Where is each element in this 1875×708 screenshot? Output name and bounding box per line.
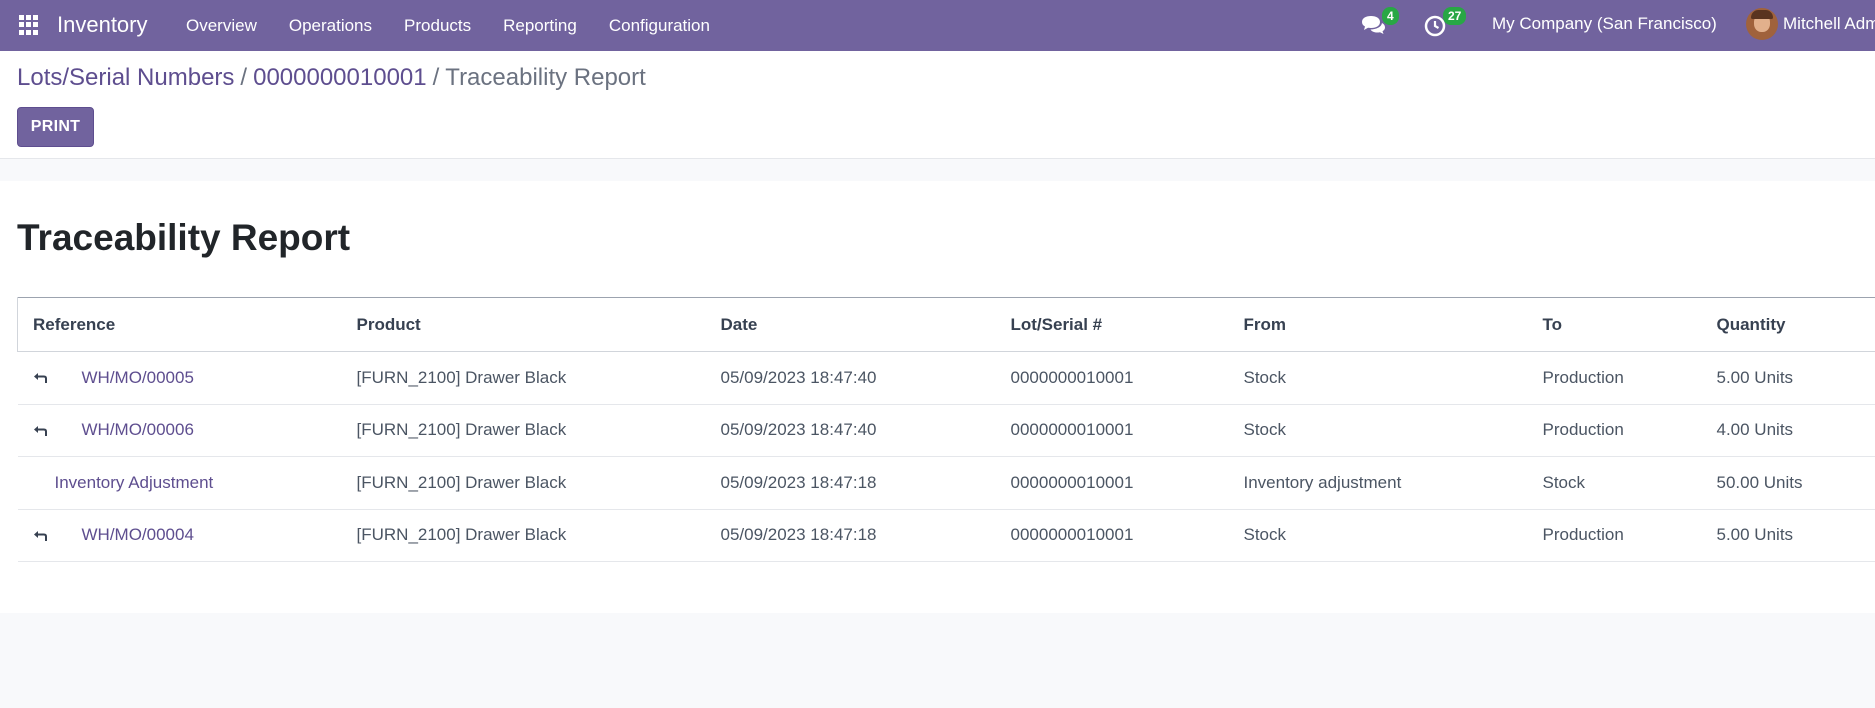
breadcrumb-lots-serial-numbers[interactable]: Lots/Serial Numbers [17, 64, 234, 91]
reference-link[interactable]: Inventory Adjustment [55, 473, 214, 492]
breadcrumb: Lots/Serial Numbers/0000000010001/Tracea… [17, 64, 646, 92]
reference-cell: WH/MO/00004 [18, 509, 357, 562]
return-arrow-icon[interactable] [33, 371, 49, 385]
company-switcher[interactable]: My Company (San Francisco) [1492, 14, 1717, 34]
reference-cell: Inventory Adjustment [18, 457, 357, 510]
top-navbar: Inventory Overview Operations Products R… [0, 0, 1875, 51]
from-cell: Stock [1243, 525, 1287, 545]
print-button[interactable]: PRINT [17, 107, 94, 147]
main-menu: Overview Operations Products Reporting C… [170, 0, 726, 51]
product-cell: [FURN_2100] Drawer Black [356, 525, 567, 545]
column-header-product[interactable]: Product [356, 297, 721, 352]
column-header-to[interactable]: To [1542, 297, 1717, 352]
menu-reporting[interactable]: Reporting [487, 0, 593, 51]
traceability-table: Reference Product Date Lot/Serial # From… [17, 297, 1875, 562]
column-header-reference[interactable]: Reference [17, 297, 357, 352]
avatar[interactable] [1746, 8, 1778, 40]
report-title: Traceability Report [17, 217, 351, 258]
product-cell: [FURN_2100] Drawer Black [356, 420, 567, 440]
lot-cell: 0000000010001 [1010, 420, 1134, 440]
breadcrumb-separator: / [432, 64, 440, 91]
lot-cell: 0000000010001 [1010, 525, 1134, 545]
reference-link[interactable]: WH/MO/00005 [82, 368, 194, 387]
to-cell: Production [1542, 420, 1624, 440]
activities-button[interactable]: 27 [1423, 7, 1467, 39]
quantity-cell: 50.00 Units [1716, 472, 1803, 492]
menu-operations[interactable]: Operations [273, 0, 388, 51]
breadcrumb-current: Traceability Report [445, 64, 646, 91]
return-arrow-icon[interactable] [33, 424, 49, 438]
menu-products[interactable]: Products [388, 0, 487, 51]
control-panel: Lots/Serial Numbers/0000000010001/Tracea… [0, 51, 1875, 159]
lot-cell: 0000000010001 [1010, 472, 1134, 492]
reference-cell: WH/MO/00006 [18, 404, 357, 457]
date-cell: 05/09/2023 18:47:18 [720, 525, 877, 545]
to-cell: Stock [1542, 472, 1586, 492]
column-header-lot-serial[interactable]: Lot/Serial # [1010, 297, 1244, 352]
product-cell: [FURN_2100] Drawer Black [356, 367, 567, 387]
column-header-quantity[interactable]: Quantity [1716, 297, 1875, 352]
date-cell: 05/09/2023 18:47:18 [720, 472, 877, 492]
quantity-cell: 5.00 Units [1716, 525, 1794, 545]
menu-configuration[interactable]: Configuration [593, 0, 726, 51]
reference-link[interactable]: WH/MO/00006 [82, 420, 194, 439]
table-row[interactable]: Inventory Adjustment [FURN_2100] Drawer … [17, 457, 1875, 510]
breadcrumb-separator: / [240, 64, 248, 91]
date-cell: 05/09/2023 18:47:40 [720, 367, 877, 387]
column-header-date[interactable]: Date [720, 297, 1011, 352]
table-row[interactable]: WH/MO/00005 [FURN_2100] Drawer Black 05/… [17, 352, 1875, 405]
table-row[interactable]: WH/MO/00006 [FURN_2100] Drawer Black 05/… [17, 404, 1875, 457]
column-header-from[interactable]: From [1243, 297, 1543, 352]
quantity-cell: 5.00 Units [1716, 367, 1794, 387]
to-cell: Production [1542, 367, 1624, 387]
app-name[interactable]: Inventory [57, 12, 148, 38]
activities-badge: 27 [1443, 7, 1467, 25]
quantity-cell: 4.00 Units [1716, 420, 1794, 440]
breadcrumb-lot-record[interactable]: 0000000010001 [253, 64, 427, 91]
user-menu[interactable]: Mitchell Admin [1783, 14, 1875, 34]
return-arrow-icon[interactable] [33, 529, 49, 543]
reference-link[interactable]: WH/MO/00004 [82, 525, 194, 544]
traceability-table-wrap: Reference Product Date Lot/Serial # From… [17, 297, 1875, 562]
reference-cell: WH/MO/00005 [18, 352, 357, 405]
messages-button[interactable]: 4 [1360, 7, 1399, 39]
date-cell: 05/09/2023 18:47:40 [720, 420, 877, 440]
from-cell: Inventory adjustment [1243, 472, 1402, 492]
from-cell: Stock [1243, 420, 1287, 440]
to-cell: Production [1542, 525, 1624, 545]
app-menu-icon[interactable] [19, 15, 39, 35]
messages-badge: 4 [1382, 7, 1399, 25]
from-cell: Stock [1243, 367, 1287, 387]
lot-cell: 0000000010001 [1010, 367, 1134, 387]
report-area: Traceability Report Reference Product Da… [0, 181, 1875, 613]
menu-overview[interactable]: Overview [170, 0, 273, 51]
table-row[interactable]: WH/MO/00004 [FURN_2100] Drawer Black 05/… [17, 509, 1875, 562]
product-cell: [FURN_2100] Drawer Black [356, 472, 567, 492]
table-header-row: Reference Product Date Lot/Serial # From… [17, 297, 1875, 352]
